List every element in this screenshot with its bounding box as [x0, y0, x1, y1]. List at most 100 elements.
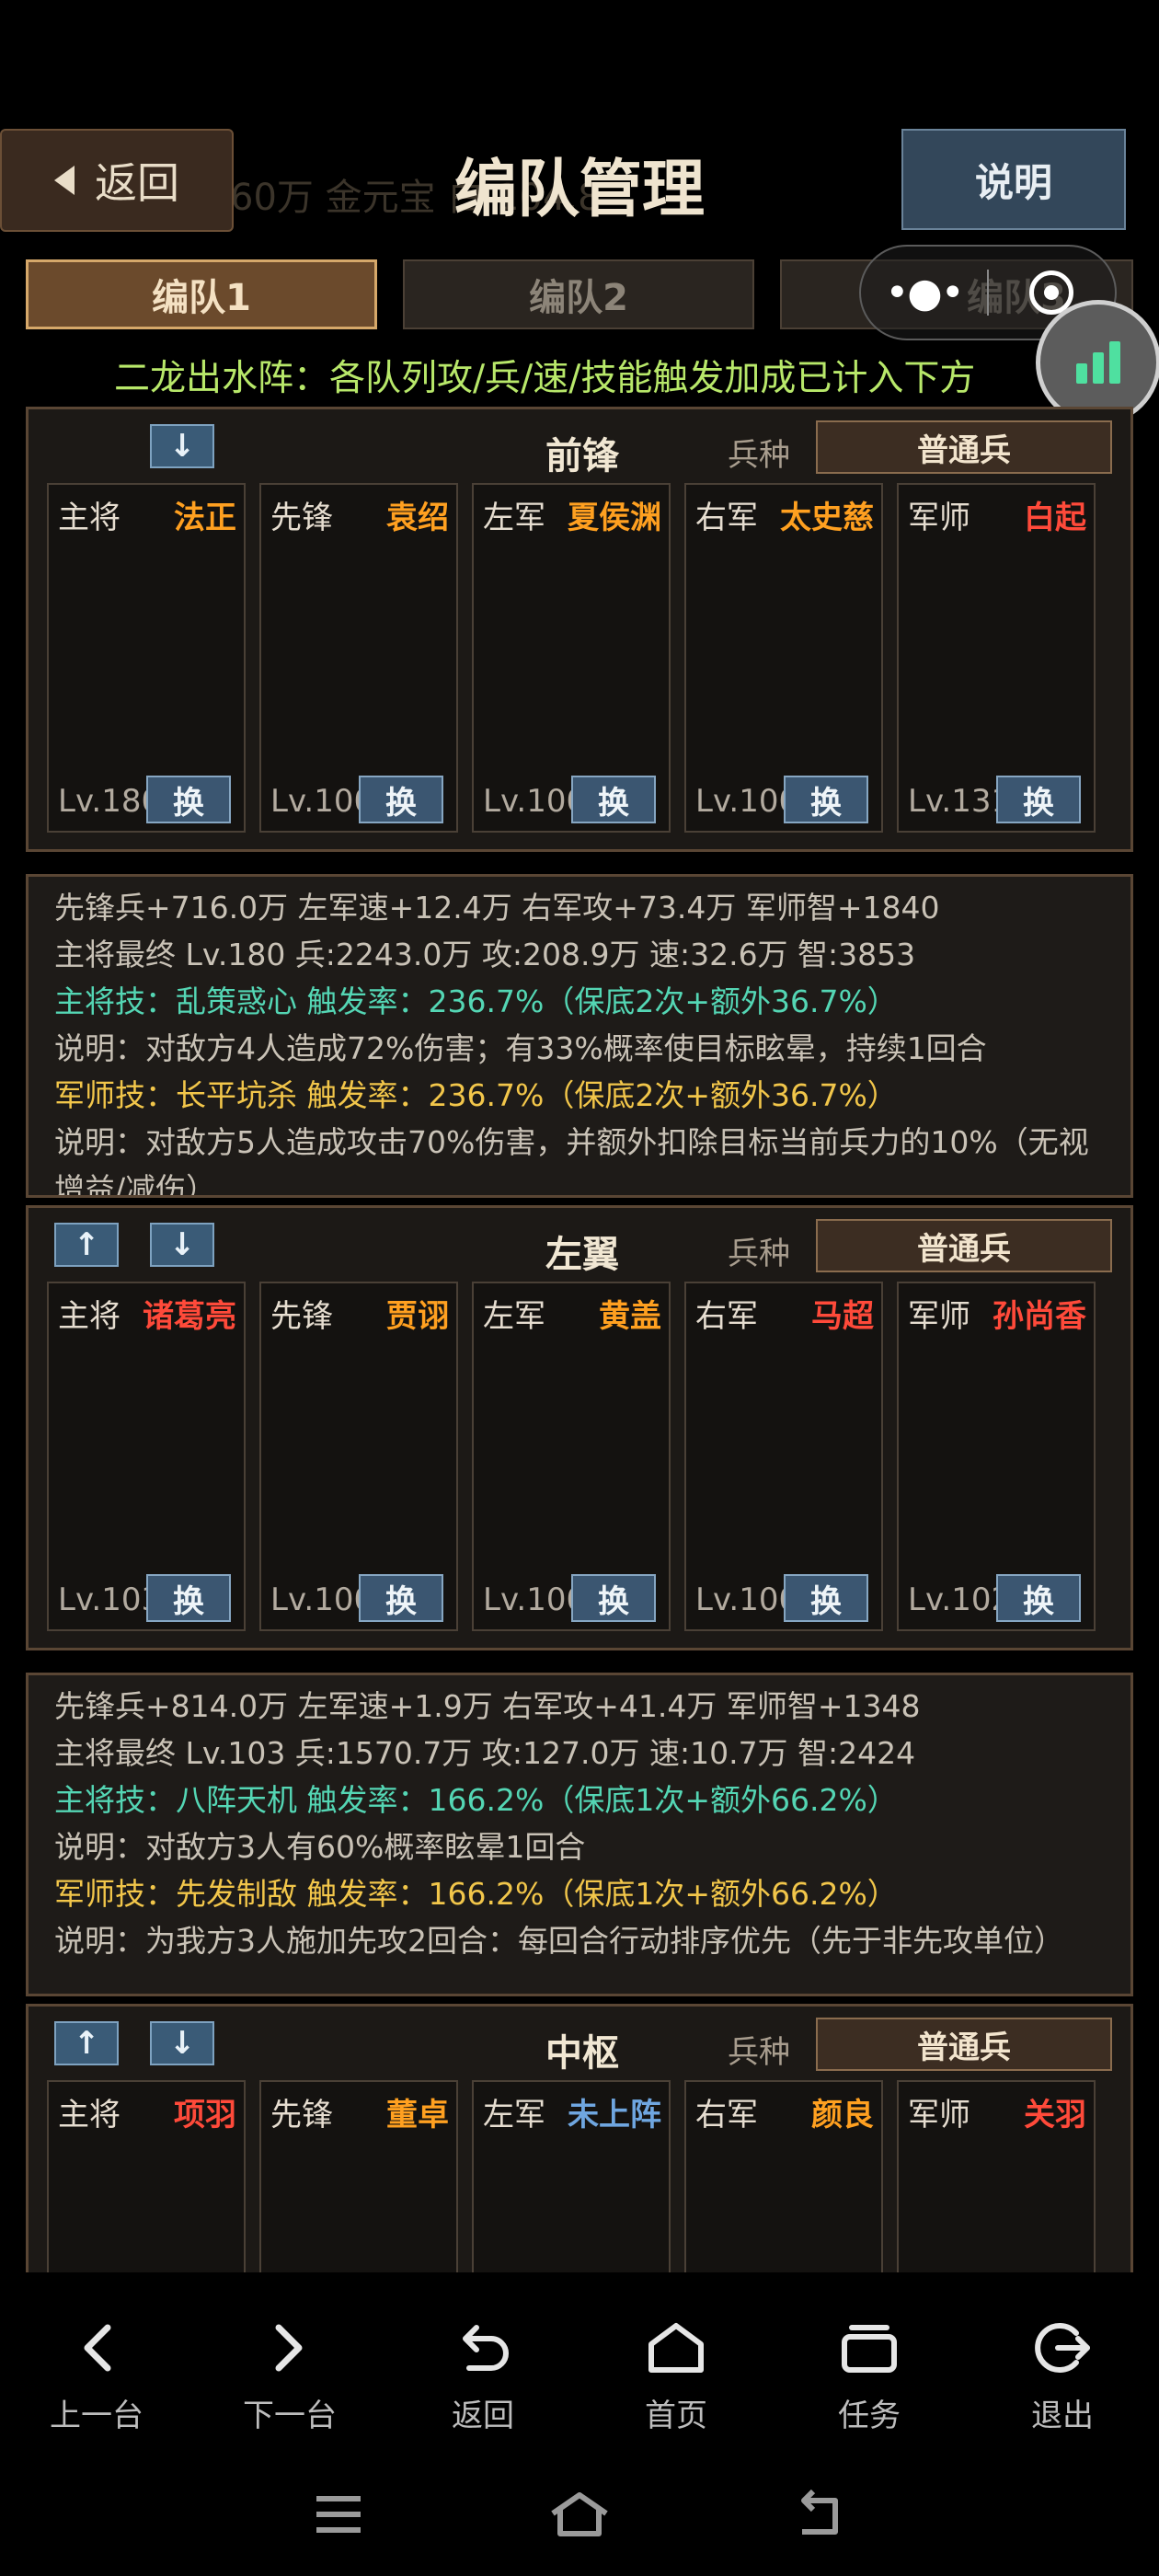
chevron-right-icon — [271, 2318, 308, 2377]
general-name: 马超 — [811, 1298, 874, 1335]
general-name: 太史慈 — [780, 500, 874, 536]
card-role: 先锋 — [270, 500, 333, 536]
back-button[interactable]: 返回 — [0, 129, 234, 232]
general-card[interactable]: 右军 颜良 — [684, 2080, 883, 2272]
exit-icon — [1030, 2318, 1095, 2377]
general-name: 颜良 — [811, 2097, 874, 2133]
nav-exit-button[interactable]: 退出 — [966, 2272, 1159, 2456]
section-left-wing-info: 先锋兵+814.0万 左军速+1.9万 右军攻+41.4万 军师智+1348 主… — [26, 1673, 1133, 1996]
swap-button[interactable]: 换 — [146, 776, 231, 823]
general-card[interactable]: 军师 关羽 — [897, 2080, 1096, 2272]
general-card[interactable]: 军师 孙尚香 Lv.102 换 — [897, 1282, 1096, 1631]
card-role: 左军 — [483, 1298, 545, 1335]
troop-type-button[interactable]: 普通兵 — [816, 2018, 1112, 2071]
general-card[interactable]: 主将 法正 Lv.180 换 — [47, 483, 246, 833]
swap-button[interactable]: 换 — [996, 776, 1081, 823]
card-role: 先锋 — [270, 2097, 333, 2133]
final-stats-text: 主将最终 Lv.180 兵:2243.0万 攻:208.9万 速:32.6万 智… — [54, 937, 916, 972]
main-skill-desc: 说明：对敌方4人造成72%伤害；有33%概率使目标眩晕，持续1回合 — [54, 1030, 987, 1066]
nav-label: 任务 — [838, 2398, 901, 2434]
general-name: 袁绍 — [386, 500, 449, 536]
general-card[interactable]: 先锋 袁绍 Lv.100 换 — [259, 483, 458, 833]
home-icon — [644, 2318, 708, 2377]
swap-button[interactable]: 换 — [571, 1574, 656, 1622]
final-stats-text: 主将最终 Lv.103 兵:1570.7万 攻:127.0万 速:10.7万 智… — [54, 1735, 916, 1771]
general-name: 诸葛亮 — [143, 1298, 236, 1335]
general-card[interactable]: 左军 黄盖 Lv.100 换 — [472, 1282, 671, 1631]
nav-home-button[interactable]: 首页 — [580, 2272, 773, 2456]
system-nav-bar — [0, 2456, 1159, 2576]
nav-label: 返回 — [452, 2398, 514, 2434]
nav-label: 退出 — [1031, 2398, 1094, 2434]
general-card[interactable]: 右军 马超 Lv.100 换 — [684, 1282, 883, 1631]
general-name: 孙尚香 — [993, 1298, 1086, 1335]
general-card[interactable]: 主将 诸葛亮 Lv.103 换 — [47, 1282, 246, 1631]
swap-button[interactable]: 换 — [996, 1574, 1081, 1622]
browser-nav-bar: 上一台 下一台 返回 首页 任务 退出 — [0, 2272, 1159, 2456]
strategist-skill-text: 军师技：先发制敌 触发率：166.2%（保底1次+额外66.2%） — [54, 1876, 898, 1912]
strategist-skill-text: 军师技：长平坑杀 触发率：236.7%（保底2次+额外36.7%） — [54, 1077, 898, 1113]
card-role: 先锋 — [270, 1298, 333, 1335]
back-button-label: 返回 — [95, 158, 179, 208]
swap-button[interactable]: 换 — [784, 776, 868, 823]
nav-tasks-button[interactable]: 任务 — [773, 2272, 966, 2456]
tab-formation-1[interactable]: 编队1 — [26, 259, 377, 329]
section-center: ↑ ↓ 中枢 兵种 普通兵 主将 项羽 先锋 董卓 左军 未上阵 右军 颜良 军… — [26, 2004, 1133, 2272]
nav-label: 下一台 — [243, 2398, 337, 2434]
troop-type-label: 兵种 — [728, 437, 790, 474]
back-icon[interactable] — [793, 2489, 848, 2543]
swap-button[interactable]: 换 — [784, 1574, 868, 1622]
general-name: 夏侯渊 — [568, 500, 661, 536]
undo-icon — [451, 2318, 515, 2377]
general-card[interactable]: 左军 夏侯渊 Lv.100 换 — [472, 483, 671, 833]
nav-next-button[interactable]: 下一台 — [193, 2272, 386, 2456]
swap-button[interactable]: 换 — [146, 1574, 231, 1622]
home-icon[interactable] — [547, 2490, 612, 2543]
main-skill-desc: 说明：对敌方3人有60%概率眩晕1回合 — [54, 1829, 586, 1865]
general-card[interactable]: 先锋 董卓 — [259, 2080, 458, 2272]
general-card[interactable]: 军师 白起 Lv.131 换 — [897, 483, 1096, 833]
troop-type-button[interactable]: 普通兵 — [816, 420, 1112, 474]
general-card[interactable]: 左军 未上阵 — [472, 2080, 671, 2272]
page-title: 编队管理 — [453, 154, 705, 226]
card-role: 军师 — [908, 500, 970, 536]
card-role: 右军 — [695, 500, 758, 536]
troop-type-button[interactable]: 普通兵 — [816, 1219, 1112, 1272]
card-role: 右军 — [695, 1298, 758, 1335]
general-name: 黄盖 — [599, 1298, 661, 1335]
formation-bonus-text: 二龙出水阵：各队列攻/兵/速/技能触发加成已计入下方 — [114, 358, 976, 399]
general-name: 关羽 — [1024, 2097, 1086, 2133]
swap-button[interactable]: 换 — [359, 1574, 443, 1622]
nav-label: 首页 — [645, 2398, 707, 2434]
strategist-skill-desc: 说明：对敌方5人造成攻击70%伤害，并额外扣除目标当前兵力的10%（无视增益/减… — [54, 1124, 1089, 1198]
menu-icon[interactable] — [311, 2491, 366, 2541]
card-role: 左军 — [483, 2097, 545, 2133]
section-left-wing: ↑ ↓ 左翼 兵种 普通兵 主将 诸葛亮 Lv.103 换 先锋 贾诩 Lv.1… — [26, 1205, 1133, 1650]
general-card[interactable]: 先锋 贾诩 Lv.100 换 — [259, 1282, 458, 1631]
tasks-icon — [837, 2318, 901, 2377]
card-role: 军师 — [908, 1298, 970, 1335]
main-skill-text: 主将技：乱策惑心 触发率：236.7%（保底2次+额外36.7%） — [54, 983, 898, 1019]
bonus-text: 先锋兵+716.0万 左军速+12.4万 右军攻+73.4万 军师智+1840 — [54, 890, 940, 926]
card-role: 主将 — [58, 2097, 120, 2133]
general-card[interactable]: 主将 项羽 — [47, 2080, 246, 2272]
general-name: 贾诩 — [386, 1298, 449, 1335]
main-skill-text: 主将技：八阵天机 触发率：166.2%（保底1次+额外66.2%） — [54, 1782, 898, 1818]
general-card[interactable]: 右军 太史慈 Lv.100 换 — [684, 483, 883, 833]
card-role: 左军 — [483, 500, 545, 536]
nav-prev-button[interactable]: 上一台 — [0, 2272, 193, 2456]
card-role: 军师 — [908, 2097, 970, 2133]
tab-formation-2[interactable]: 编队2 — [403, 259, 754, 329]
back-arrow-icon — [54, 166, 75, 195]
strategist-skill-desc: 说明：为我方3人施加先攻2回合：每回合行动排序优先（先于非先攻单位） — [54, 1923, 1064, 1959]
swap-button[interactable]: 换 — [359, 776, 443, 823]
card-role: 主将 — [58, 500, 120, 536]
general-name: 项羽 — [174, 2097, 236, 2133]
nav-back-button[interactable]: 返回 — [386, 2272, 580, 2456]
more-options-icon[interactable]: •●• — [861, 270, 987, 316]
bonus-text: 先锋兵+814.0万 左军速+1.9万 右军攻+41.4万 军师智+1348 — [54, 1688, 921, 1724]
troop-type-label: 兵种 — [728, 2034, 790, 2071]
help-button[interactable]: 说明 — [901, 129, 1126, 230]
section-vanguard-info: 先锋兵+716.0万 左军速+12.4万 右军攻+73.4万 军师智+1840 … — [26, 874, 1133, 1198]
swap-button[interactable]: 换 — [571, 776, 656, 823]
